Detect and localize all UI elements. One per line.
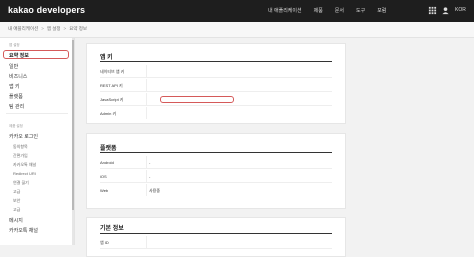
top-navigation-bar: kakao developers 내 애플리케이션 제품 문서 도구 포럼 KO…: [0, 0, 474, 22]
ios-value: -: [149, 174, 151, 179]
row-native-app-key: 네이티브 앱 키: [100, 65, 332, 78]
nav-docs[interactable]: 문서: [335, 7, 344, 14]
account-icon[interactable]: [441, 6, 450, 15]
javascript-key-value-highlight[interactable]: [160, 96, 234, 103]
row-divider: [146, 65, 147, 77]
row-admin-key: Admin 키: [100, 107, 332, 119]
sidebar: 앱 설정 요약 정보 일반 비즈니스 앱 키 플랫폼 팀 관리 제품 설정 카카…: [0, 38, 75, 245]
sidebar-item-message[interactable]: 메시지: [9, 217, 23, 224]
sidebar-item-kakao-login[interactable]: 카카오 로그인: [9, 133, 38, 140]
row-divider: [146, 93, 147, 105]
row-app-id: 앱 ID: [100, 236, 332, 249]
ios-label: iOS: [100, 174, 107, 179]
nav-forum[interactable]: 포럼: [377, 7, 386, 14]
sidebar-divider: [6, 113, 68, 114]
row-divider: [146, 156, 147, 168]
sidebar-section-product-settings: 제품 설정: [9, 124, 23, 128]
row-ios: iOS -: [100, 170, 332, 183]
breadcrumb-app-settings[interactable]: 앱 설정: [47, 26, 61, 31]
javascript-key-label: JavaScript 키: [100, 97, 124, 102]
sidebar-item-team[interactable]: 팀 관리: [9, 103, 24, 110]
sidebar-subitem-security[interactable]: 보안: [13, 198, 20, 204]
app-id-label: 앱 ID: [100, 240, 109, 245]
sidebar-item-kakaotalk-channel[interactable]: 카카오톡 채널: [9, 227, 38, 234]
kakao-developers-logo[interactable]: kakao developers: [8, 5, 85, 15]
sidebar-scrollbar[interactable]: [72, 38, 74, 245]
admin-key-label: Admin 키: [100, 111, 117, 116]
sidebar-subitem-redirect-uri[interactable]: Redirect URI: [13, 171, 36, 176]
breadcrumb-my-apps[interactable]: 내 애플리케이션: [8, 26, 38, 31]
sidebar-subitem-kakaotalk-channel[interactable]: 카카오톡 채널: [13, 162, 36, 168]
app-key-title: 앱 키: [100, 55, 113, 61]
sidebar-scrollbar-thumb[interactable]: [72, 40, 74, 210]
native-app-key-label: 네이티브 앱 키: [100, 69, 125, 74]
row-divider: [146, 236, 147, 248]
sidebar-item-general[interactable]: 일반: [9, 63, 18, 70]
sidebar-subitem-simple-signup[interactable]: 간편가입: [13, 153, 28, 159]
sidebar-item-business[interactable]: 비즈니스: [9, 73, 27, 80]
web-value: 사용중: [149, 188, 161, 193]
breadcrumb-summary: 요약 정보: [69, 26, 87, 31]
sidebar-section-app-settings: 앱 설정: [9, 43, 20, 47]
row-divider: [146, 107, 147, 119]
basic-info-title-rule: [100, 233, 332, 234]
row-web: Web 사용중: [100, 184, 332, 196]
android-value: -: [149, 160, 151, 165]
breadcrumb-bar: 내 애플리케이션 > 앱 설정 > 요약 정보: [0, 22, 474, 38]
sidebar-subitem-advanced[interactable]: 고급: [13, 189, 20, 195]
android-label: Android: [100, 160, 114, 165]
sidebar-subitem-unlink[interactable]: 연결 끊기: [13, 180, 29, 186]
app-key-title-rule: [100, 61, 332, 62]
web-label: Web: [100, 188, 109, 193]
row-divider: [146, 170, 147, 182]
language-selector[interactable]: KOR: [455, 7, 466, 13]
top-nav: 내 애플리케이션 제품 문서 도구 포럼: [268, 7, 386, 14]
platform-card: 플랫폼 Android - iOS - Web 사용중: [86, 133, 346, 209]
nav-tools[interactable]: 도구: [356, 7, 365, 14]
sidebar-subitem-consent[interactable]: 동의항목: [13, 144, 28, 150]
sidebar-item-app-keys[interactable]: 앱 키: [9, 83, 20, 90]
row-javascript-key: JavaScript 키: [100, 93, 332, 106]
row-divider: [146, 79, 147, 91]
apps-grid-icon[interactable]: [428, 6, 437, 15]
sidebar-item-summary[interactable]: 요약 정보: [9, 52, 29, 59]
app-key-card: 앱 키 네이티브 앱 키 REST API 키 JavaScript 키 Adm…: [86, 43, 346, 124]
platform-title-rule: [100, 152, 332, 153]
basic-info-card: 기본 정보 앱 ID: [86, 217, 346, 257]
platform-title: 플랫폼: [100, 146, 117, 152]
row-divider: [146, 184, 147, 196]
row-rest-api-key: REST API 키: [100, 79, 332, 92]
nav-products[interactable]: 제품: [314, 7, 323, 14]
rest-api-key-label: REST API 키: [100, 83, 123, 88]
nav-my-applications[interactable]: 내 애플리케이션: [268, 7, 302, 14]
sidebar-item-platform[interactable]: 플랫폼: [9, 93, 23, 100]
basic-info-title: 기본 정보: [100, 226, 124, 232]
row-android: Android -: [100, 156, 332, 169]
sidebar-subitem-advanced-2[interactable]: 고급: [13, 207, 20, 213]
breadcrumb: 내 애플리케이션 > 앱 설정 > 요약 정보: [8, 26, 87, 31]
